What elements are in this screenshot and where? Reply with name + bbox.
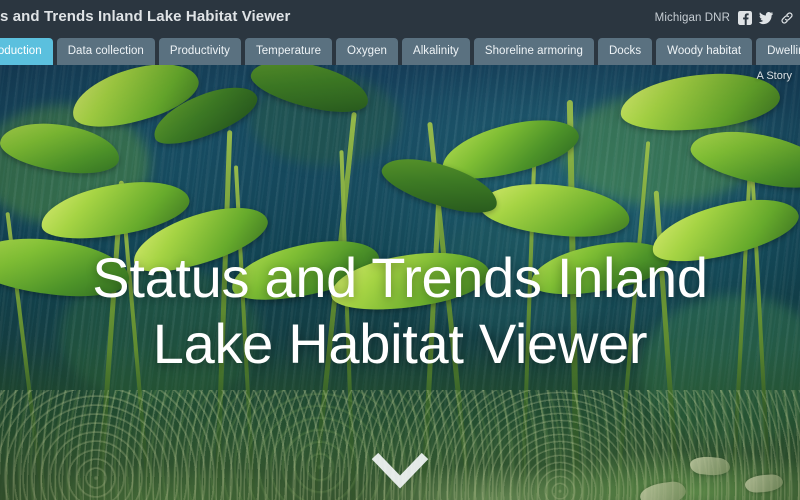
hero-section: A Story Status and Trends Inland Lake Ha… <box>0 65 800 500</box>
organization-name: Michigan DNR <box>654 12 730 24</box>
header-bar: Status and Trends Inland Lake Habitat Vi… <box>0 0 800 36</box>
twitter-icon[interactable] <box>759 11 773 25</box>
chevron-down-icon[interactable] <box>367 450 433 490</box>
tab-woody-habitat[interactable]: Woody habitat <box>656 38 753 65</box>
tab-temperature[interactable]: Temperature <box>244 38 333 65</box>
facebook-icon[interactable] <box>738 11 752 25</box>
header-right-group: Michigan DNR <box>655 0 794 36</box>
section-tabs: Introduction Data collection Productivit… <box>0 38 800 65</box>
tab-introduction[interactable]: Introduction <box>0 38 53 65</box>
hero-title: Status and Trends Inland Lake Habitat Vi… <box>0 245 800 377</box>
link-icon[interactable] <box>780 11 794 25</box>
tab-docks[interactable]: Docks <box>597 38 653 65</box>
tab-dwelling-density[interactable]: Dwelling Density <box>756 38 800 65</box>
tab-data-collection[interactable]: Data collection <box>56 38 155 65</box>
page-title: Status and Trends Inland Lake Habitat Vi… <box>0 8 291 25</box>
story-map-page: Status and Trends Inland Lake Habitat Vi… <box>0 0 800 500</box>
social-share-group <box>738 11 794 25</box>
story-map-label: A Story <box>756 70 792 82</box>
hero-title-line-1: Status and Trends Inland <box>92 246 708 309</box>
tab-productivity[interactable]: Productivity <box>158 38 241 65</box>
tab-oxygen[interactable]: Oxygen <box>336 38 398 65</box>
tab-shoreline-armoring[interactable]: Shoreline armoring <box>473 38 594 65</box>
tab-alkalinity[interactable]: Alkalinity <box>401 38 470 65</box>
hero-title-line-2: Lake Habitat Viewer <box>152 312 648 376</box>
